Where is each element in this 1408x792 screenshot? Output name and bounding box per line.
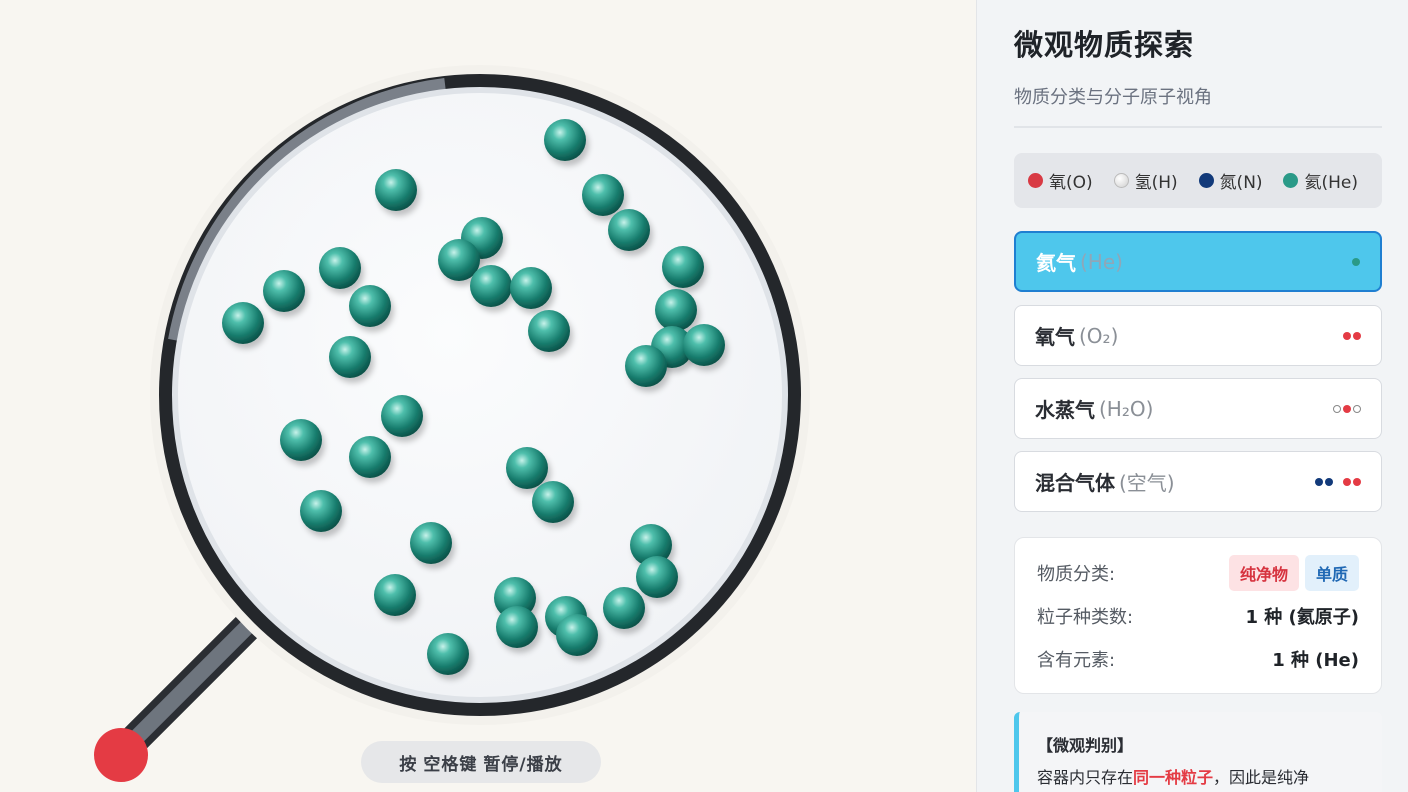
pure-substance-badge: 纯净物	[1228, 555, 1299, 591]
magnifier-lens	[172, 87, 788, 703]
element-badge: 单质	[1304, 555, 1359, 591]
page-title: 微观物质探索	[1014, 28, 1195, 62]
option-water-vapor[interactable]: 水蒸气 (H₂O)	[1014, 378, 1382, 439]
helium-atom	[662, 246, 704, 288]
helium-atom	[636, 556, 678, 598]
legend-nitrogen: 氮(N)	[1198, 168, 1263, 193]
helium-atom	[470, 265, 512, 307]
handle-tip	[94, 728, 148, 782]
helium-atom	[280, 419, 322, 461]
info-card: 物质分类: 纯净物 单质 粒子种类数: 1 种 (氦原子) 含有元素: 1 种 …	[1014, 537, 1382, 694]
micro-judgement: 【微观判别】 容器内只存在同一种粒子，因此是纯净	[1014, 712, 1382, 792]
helium-atom	[496, 606, 538, 648]
helium-atom	[532, 481, 574, 523]
space-key-label: 空格键	[423, 754, 478, 775]
helium-atom	[608, 209, 650, 251]
helium-atom-icon	[1350, 257, 1360, 266]
air-mixture-icon	[1313, 477, 1361, 486]
helium-atom	[375, 169, 417, 211]
helium-atom	[263, 270, 305, 312]
simulation-stage[interactable]: 按 空格键 暂停/播放	[0, 0, 976, 792]
legend-hydrogen: 氢(H)	[1113, 168, 1178, 193]
helium-atom	[319, 247, 361, 289]
control-panel: 微观物质探索 物质分类与分子原子视角 氧(O) 氢(H) 氮(N) 氦(He) …	[976, 0, 1408, 792]
helium-dot-icon	[1283, 173, 1299, 188]
helium-atom	[374, 574, 416, 616]
helium-atom	[625, 345, 667, 387]
legend-helium: 氦(He)	[1283, 168, 1358, 193]
helium-atom	[410, 522, 452, 564]
helium-atom	[556, 614, 598, 656]
element-legend: 氧(O) 氢(H) 氮(N) 氦(He)	[1014, 153, 1382, 208]
option-mixed-gas[interactable]: 混合气体 (空气)	[1014, 451, 1382, 512]
magnifier-view	[94, 65, 810, 782]
helium-atom	[544, 119, 586, 161]
particle-kinds-row: 粒子种类数: 1 种 (氦原子)	[1037, 607, 1359, 628]
water-molecule-icon	[1331, 404, 1361, 413]
helium-atom	[683, 324, 725, 366]
option-oxygen[interactable]: 氧气 (O₂)	[1014, 305, 1382, 366]
nitrogen-dot-icon	[1198, 173, 1214, 188]
page-subtitle: 物质分类与分子原子视角	[1014, 87, 1212, 108]
helium-atom	[222, 302, 264, 344]
divider	[1014, 126, 1382, 128]
oxygen-molecule-icon	[1341, 331, 1361, 340]
helium-atom	[329, 336, 371, 378]
helium-atom	[381, 395, 423, 437]
helium-atom	[506, 447, 548, 489]
elements-row: 含有元素: 1 种 (He)	[1037, 650, 1359, 671]
oxygen-dot-icon	[1028, 173, 1043, 188]
helium-atom	[427, 633, 469, 675]
helium-atom	[582, 174, 624, 216]
helium-atom	[603, 587, 645, 629]
helium-atom	[300, 490, 342, 532]
helium-atom	[528, 310, 570, 352]
classification-row: 物质分类: 纯净物 单质	[1037, 555, 1359, 591]
hydrogen-dot-icon	[1113, 173, 1129, 188]
helium-atom	[510, 267, 552, 309]
pause-hint: 按 空格键 暂停/播放	[361, 741, 601, 783]
legend-oxygen: 氧(O)	[1028, 168, 1093, 193]
option-helium[interactable]: 氦气 (He)	[1014, 231, 1382, 292]
helium-atom	[349, 436, 391, 478]
helium-atom	[655, 289, 697, 331]
helium-atom	[349, 285, 391, 327]
